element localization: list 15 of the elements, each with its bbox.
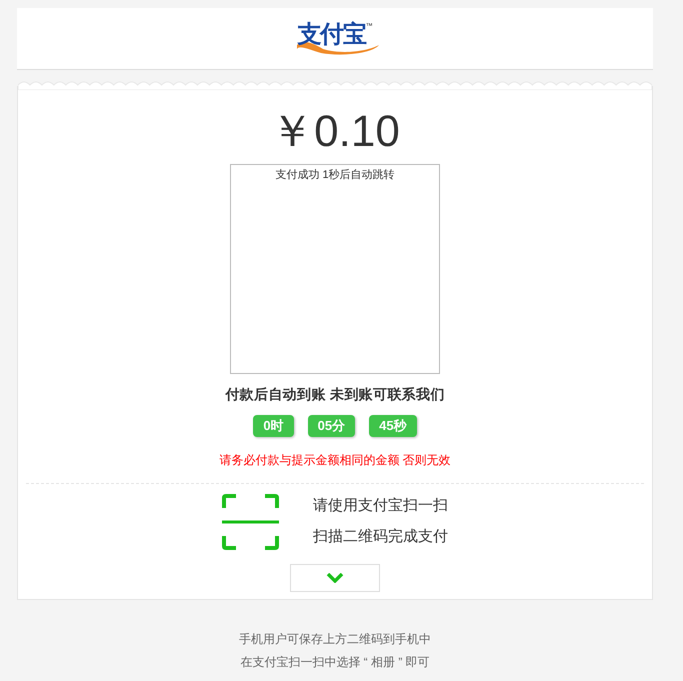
footer-text: 在支付宝扫一扫中选择 “ 相册 ” 即可 bbox=[240, 654, 430, 671]
logo-text: 支付宝 bbox=[297, 22, 366, 46]
countdown-badge: 05分 bbox=[308, 415, 356, 436]
countdown-badge: 45秒 bbox=[369, 415, 417, 436]
amount: ￥0.10 bbox=[270, 110, 400, 154]
notice-text: 付款后自动到账 未到账可联系我们 bbox=[225, 385, 445, 404]
footer-text: 手机用户可保存上方二维码到手机中 bbox=[239, 631, 431, 648]
chevron-down-icon bbox=[326, 572, 344, 582]
payment-status: 支付成功 1秒后自动跳转 bbox=[275, 168, 395, 181]
scan-icon bbox=[222, 494, 279, 550]
countdown-badge: 0时 bbox=[253, 415, 294, 436]
expand-button[interactable] bbox=[290, 564, 380, 592]
warning-text: 请务必付款与提示金额相同的金额 否则无效 bbox=[219, 452, 451, 468]
instruction-text: 扫描二维码完成支付 bbox=[313, 526, 448, 546]
instruction-text: 请使用支付宝扫一扫 bbox=[313, 496, 448, 516]
